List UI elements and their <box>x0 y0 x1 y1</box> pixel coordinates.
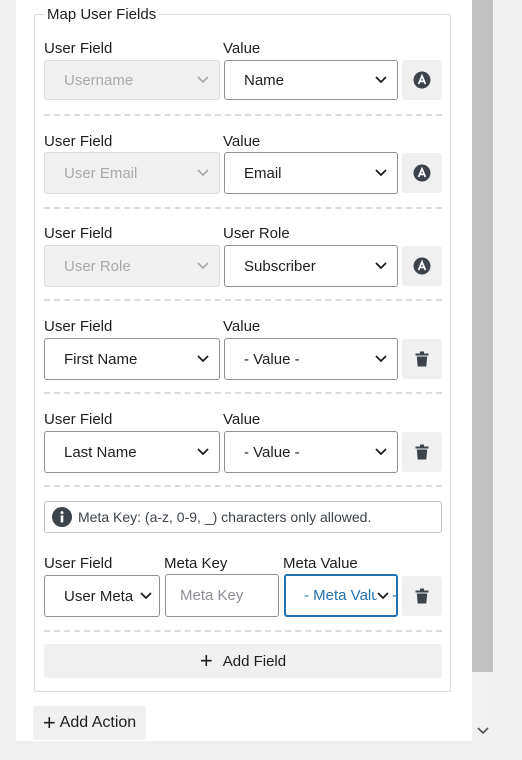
select-value: First Name <box>64 350 138 368</box>
select-value: User Role <box>64 257 131 275</box>
chevron-down-icon <box>375 169 387 177</box>
auto-assign-button[interactable] <box>402 246 442 286</box>
row-label-right: Value <box>223 40 261 57</box>
select-value: User Meta <box>64 587 134 605</box>
row-label-right: Value <box>223 133 261 150</box>
chevron-down-icon <box>375 355 387 363</box>
meta-key-input[interactable]: Meta Key <box>165 574 279 617</box>
plus-icon: + <box>42 710 56 735</box>
fieldset-legend: Map User Fields <box>44 6 160 23</box>
delete-row-button[interactable] <box>402 339 442 379</box>
row-label-right: Value <box>223 318 261 335</box>
user-field-select: User Role <box>44 245 220 287</box>
chevron-down-icon <box>140 592 152 600</box>
user-field-select: Username <box>44 60 220 100</box>
value-select[interactable]: - Value - <box>224 338 398 380</box>
select-value: User Email <box>64 164 138 182</box>
user-meta-select[interactable]: User Meta <box>44 575 160 617</box>
chevron-down-icon <box>375 448 387 456</box>
value-select[interactable]: - Value - <box>224 431 398 473</box>
row-label-right: Value <box>223 411 261 428</box>
info-icon <box>52 507 72 527</box>
a-circle-icon <box>413 71 431 89</box>
meta-field-label: User Field <box>44 555 113 572</box>
row-label-left: User Field <box>44 225 113 242</box>
row-label-right: User Role <box>223 225 290 242</box>
user-field-select[interactable]: First Name <box>44 338 220 380</box>
select-value: Last Name <box>64 443 137 461</box>
select-value: - Value - <box>244 350 300 368</box>
a-circle-icon <box>413 257 431 275</box>
notice-text: Meta Key: (a-z, 0-9, _) characters only … <box>78 509 372 525</box>
select-value: Name <box>244 71 285 89</box>
chevron-down-icon <box>197 262 209 270</box>
scrollbar-thumb[interactable] <box>472 0 493 672</box>
select-value: Email <box>244 164 282 182</box>
meta-key-label: Meta Key <box>164 555 228 572</box>
plus-icon: + <box>199 648 213 673</box>
select-value: Subscriber <box>244 257 316 275</box>
add-field-label: Add Field <box>222 652 287 670</box>
row-divider <box>44 630 442 632</box>
value-select[interactable]: Email <box>224 152 398 194</box>
trash-icon <box>415 351 429 367</box>
user-role-select[interactable]: Subscriber <box>224 245 398 287</box>
user-field-select: User Email <box>44 152 220 194</box>
select-value: - Value - <box>244 443 300 461</box>
row-divider <box>44 392 442 394</box>
chevron-down-icon <box>375 262 387 270</box>
a-circle-icon <box>413 164 431 182</box>
add-field-button[interactable]: + Add Field <box>44 644 442 678</box>
delete-meta-row-button[interactable] <box>402 576 442 616</box>
chevron-down-icon <box>197 76 209 84</box>
user-field-select[interactable]: Last Name <box>44 431 220 473</box>
delete-row-button[interactable] <box>402 432 442 472</box>
chevron-down-icon <box>197 448 209 456</box>
meta-value-label: Meta Value <box>283 555 358 572</box>
row-label-left: User Field <box>44 318 113 335</box>
row-divider <box>44 114 442 116</box>
add-action-label: Add Action <box>59 714 137 731</box>
chevron-down-icon <box>197 355 209 363</box>
add-action-button[interactable]: + Add Action <box>33 706 146 740</box>
value-select[interactable]: Name <box>224 60 398 100</box>
meta-key-placeholder: Meta Key <box>180 587 244 604</box>
trash-icon <box>415 588 429 604</box>
trash-icon <box>415 444 429 460</box>
meta-value-select[interactable]: - Meta Value - <box>284 574 398 617</box>
row-divider <box>44 485 442 487</box>
meta-key-notice: Meta Key: (a-z, 0-9, _) characters only … <box>44 501 442 533</box>
chevron-down-icon <box>375 76 387 84</box>
scroll-down-icon[interactable] <box>472 720 493 741</box>
row-label-left: User Field <box>44 133 113 150</box>
row-label-left: User Field <box>44 411 113 428</box>
select-value: Username <box>64 71 134 89</box>
row-divider <box>44 299 442 301</box>
auto-assign-button[interactable] <box>402 60 442 100</box>
row-label-left: User Field <box>44 40 113 57</box>
auto-assign-button[interactable] <box>402 153 442 193</box>
row-divider <box>44 207 442 209</box>
chevron-down-icon <box>377 591 389 600</box>
chevron-down-icon <box>197 169 209 177</box>
